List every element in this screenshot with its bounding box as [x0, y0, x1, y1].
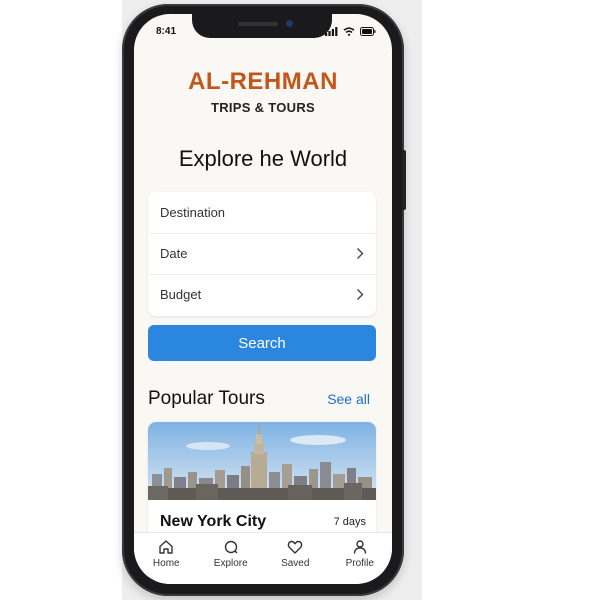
heart-icon — [288, 540, 303, 554]
budget-field[interactable]: Budget — [148, 274, 376, 314]
front-camera — [286, 20, 293, 27]
date-field[interactable]: Date — [148, 233, 376, 273]
tab-home-label: Home — [152, 558, 180, 569]
home-icon — [159, 540, 173, 554]
tab-home[interactable]: Home — [134, 533, 199, 584]
speaker-grille — [238, 22, 278, 26]
budget-label: Budget — [160, 287, 202, 302]
popular-tours-title: Popular Tours — [148, 388, 265, 409]
see-all-link[interactable]: See all — [327, 391, 370, 407]
search-form: Destination Date Budget — [148, 192, 376, 316]
phone-notch — [192, 14, 332, 38]
status-time: 8:41 — [156, 26, 177, 37]
battery-icon — [360, 27, 376, 36]
tab-saved[interactable]: Saved — [263, 533, 328, 584]
status-icons — [325, 27, 376, 36]
tab-explore[interactable]: Explore — [199, 533, 264, 584]
tour-duration: 7 days — [333, 516, 366, 528]
date-label: Date — [160, 246, 188, 261]
tab-profile-label: Profile — [345, 558, 374, 569]
phone-screen: 8:41 AL-REHMAN TRIPS & TOURS Explore he … — [134, 14, 392, 584]
chevron-right-icon — [357, 289, 364, 300]
tour-card[interactable]: New York City 7 days — [148, 422, 376, 542]
city-skyline-image — [148, 422, 376, 500]
chevron-right-icon — [357, 248, 364, 259]
tab-profile[interactable]: Profile — [328, 533, 393, 584]
destination-field[interactable]: Destination — [148, 192, 376, 232]
phone-side-button — [402, 150, 406, 210]
search-button[interactable]: Search — [148, 325, 376, 361]
destination-label: Destination — [160, 204, 226, 220]
tour-name: New York City — [160, 513, 267, 530]
tab-saved-label: Saved — [281, 558, 310, 569]
wifi-icon — [343, 27, 355, 36]
explore-icon — [224, 540, 238, 554]
profile-icon — [353, 540, 366, 554]
brand-tagline: TRIPS & TOURS — [210, 100, 316, 115]
cellular-signal-icon — [325, 27, 338, 36]
page-headline: Explore he World — [178, 146, 348, 171]
tab-explore-label: Explore — [213, 558, 248, 569]
bottom-tab-bar: Home Explore Saved Profile — [134, 532, 392, 584]
brand-name: AL-REHMAN — [188, 68, 338, 95]
